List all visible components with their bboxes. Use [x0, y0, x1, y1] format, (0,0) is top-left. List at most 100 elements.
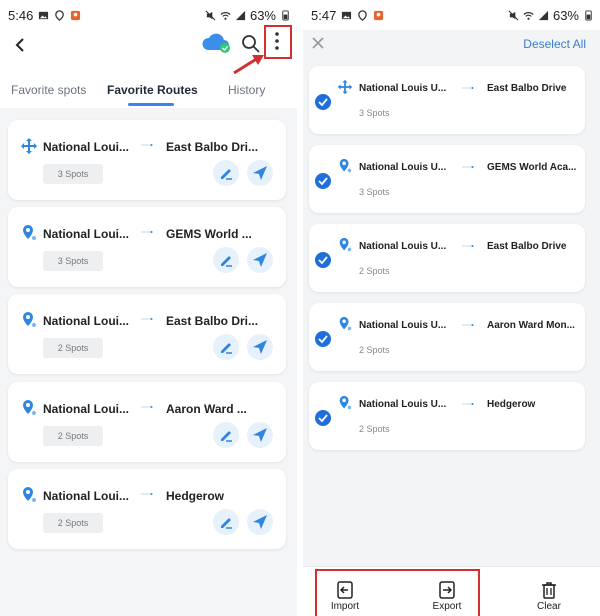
- tab-favorite-routes[interactable]: Favorite Routes: [107, 83, 198, 97]
- spots-badge: 2 Spots: [43, 426, 103, 446]
- edit-pencil-icon: [221, 343, 232, 354]
- selectable-route-card[interactable]: National Louis U... Hedgerow 2 Spots: [309, 382, 585, 450]
- wifi-icon: [523, 12, 534, 20]
- navigate-route-button[interactable]: [247, 509, 273, 535]
- send-icon: [253, 340, 267, 354]
- spots-badge: 2 Spots: [43, 338, 103, 358]
- photo-icon: [39, 11, 49, 20]
- active-tab-indicator: [128, 103, 174, 106]
- signal-icon: [235, 10, 246, 21]
- import-icon: [337, 581, 353, 599]
- selected-checkbox[interactable]: [315, 252, 331, 268]
- location-pin-icon: [339, 158, 352, 173]
- export-icon: [439, 581, 455, 599]
- location-pin-icon: [23, 487, 36, 502]
- move-icon: [337, 79, 353, 95]
- route-end: Hedgerow: [166, 489, 225, 503]
- selected-checkbox[interactable]: [315, 173, 331, 189]
- edit-pencil-icon: [221, 256, 232, 267]
- selectable-route-card[interactable]: National Louis U... Aaron Ward Mon... 2 …: [309, 303, 585, 371]
- edit-route-button[interactable]: [213, 160, 239, 186]
- import-button[interactable]: Import: [315, 581, 375, 612]
- more-vertical-icon[interactable]: [271, 30, 283, 52]
- route-start: National Louis U...: [359, 320, 447, 331]
- spots-badge: 2 Spots: [43, 513, 103, 533]
- route-card[interactable]: National Loui... East Balbo Dri... 2 Spo…: [8, 294, 286, 374]
- edit-pencil-icon: [221, 518, 232, 529]
- bottom-action-bar: Import Export Clear: [303, 566, 600, 616]
- battery-icon: [282, 10, 289, 21]
- export-label: Export: [432, 601, 462, 612]
- selectable-route-card[interactable]: National Louis U... East Balbo Drive 3 S…: [309, 66, 585, 134]
- battery-level: 63%: [552, 8, 579, 23]
- spots-count: 2 Spots: [359, 345, 390, 355]
- route-card[interactable]: National Loui... GEMS World ... 3 Spots: [8, 207, 286, 287]
- route-end: Aaron Ward Mon...: [487, 320, 575, 331]
- send-icon: [253, 166, 267, 180]
- route-end: East Balbo Drive: [487, 83, 567, 94]
- route-start: National Louis U...: [359, 83, 447, 94]
- selected-checkbox[interactable]: [315, 94, 331, 110]
- selectable-route-card[interactable]: National Louis U... GEMS World Aca... 3 …: [309, 145, 585, 213]
- back-arrow-icon[interactable]: [12, 36, 30, 54]
- location-pin-icon: [23, 400, 36, 415]
- navigate-route-button[interactable]: [247, 160, 273, 186]
- app-notification-icon: [71, 10, 81, 21]
- route-connector: [462, 166, 474, 168]
- route-connector: [462, 403, 474, 405]
- edit-route-button[interactable]: [213, 422, 239, 448]
- edit-pencil-icon: [221, 431, 232, 442]
- route-connector: [462, 324, 474, 326]
- selectable-route-card[interactable]: National Louis U... East Balbo Drive 2 S…: [309, 224, 585, 292]
- cloud-sync-icon[interactable]: [200, 32, 232, 54]
- edit-route-button[interactable]: [213, 509, 239, 535]
- location-status-icon: [358, 10, 368, 21]
- navigate-route-button[interactable]: [247, 247, 273, 273]
- battery-icon: [585, 10, 592, 21]
- wifi-icon: [220, 12, 231, 20]
- spots-badge: 3 Spots: [43, 164, 103, 184]
- red-arrow-annotation-icon: [233, 55, 264, 75]
- route-end: East Balbo Dri...: [166, 314, 259, 328]
- route-card[interactable]: National Loui... Aaron Ward ... 2 Spots: [8, 382, 286, 462]
- route-card[interactable]: National Loui... East Balbo Dri... 3 Spo…: [8, 120, 286, 200]
- route-end: Hedgerow: [487, 399, 536, 410]
- close-icon[interactable]: [311, 36, 325, 50]
- edit-route-button[interactable]: [213, 247, 239, 273]
- send-icon: [253, 428, 267, 442]
- edit-pencil-icon: [221, 169, 232, 180]
- search-icon[interactable]: [241, 34, 261, 54]
- location-pin-icon: [339, 237, 352, 252]
- deselect-all-button[interactable]: Deselect All: [523, 37, 586, 51]
- send-icon: [253, 253, 267, 267]
- tab-favorite-spots[interactable]: Favorite spots: [11, 83, 86, 97]
- edit-route-button[interactable]: [213, 334, 239, 360]
- location-pin-icon: [23, 225, 36, 240]
- export-button[interactable]: Export: [417, 581, 477, 612]
- route-start: National Louis U...: [359, 162, 447, 173]
- spots-badge: 3 Spots: [43, 251, 103, 271]
- route-end: GEMS World ...: [166, 227, 252, 241]
- route-card[interactable]: National Loui... Hedgerow 2 Spots: [8, 469, 286, 549]
- favorite-routes-screen: 5:46 63% Favorite spots Favorite Routes …: [0, 0, 297, 616]
- spots-count: 3 Spots: [359, 108, 390, 118]
- route-end: East Balbo Dri...: [166, 140, 259, 154]
- app-notification-icon: [374, 10, 384, 21]
- tab-bar: Favorite spots Favorite Routes History: [0, 74, 297, 108]
- navigate-route-button[interactable]: [247, 334, 273, 360]
- route-end: Aaron Ward ...: [166, 402, 247, 416]
- check-icon: [318, 177, 328, 186]
- tab-history[interactable]: History: [228, 83, 265, 97]
- location-status-icon: [55, 10, 65, 21]
- route-start: National Louis U...: [359, 241, 447, 252]
- route-connector: [141, 493, 153, 495]
- route-start: National Loui...: [43, 227, 129, 241]
- navigate-route-button[interactable]: [247, 422, 273, 448]
- selected-checkbox[interactable]: [315, 410, 331, 426]
- clear-button[interactable]: Clear: [519, 581, 579, 612]
- selected-checkbox[interactable]: [315, 331, 331, 347]
- check-icon: [318, 414, 328, 423]
- signal-icon: [538, 10, 549, 21]
- move-icon: [21, 138, 37, 154]
- clear-label: Clear: [537, 601, 561, 612]
